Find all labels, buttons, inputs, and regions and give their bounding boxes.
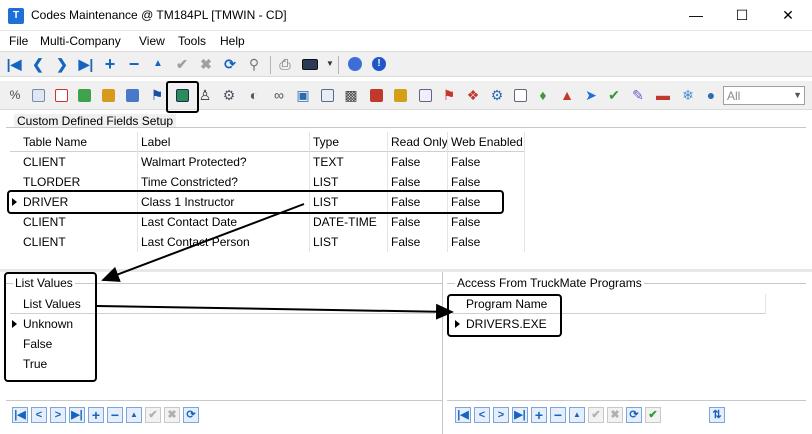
arrow-to-list-values: [101, 203, 305, 282]
apply-check-icon[interactable]: ✔: [645, 407, 661, 423]
post-edit-icon[interactable]: ✔: [145, 407, 161, 423]
post-edit-icon[interactable]: ✔: [588, 407, 604, 423]
next-record-icon[interactable]: >: [50, 407, 66, 423]
panel-border: [6, 400, 442, 401]
prior-record-icon[interactable]: <: [31, 407, 47, 423]
annotation-arrows: [96, 203, 454, 320]
last-record-icon[interactable]: ▶|: [512, 407, 528, 423]
refresh-icon[interactable]: ⟳: [626, 407, 642, 423]
prior-record-icon[interactable]: <: [474, 407, 490, 423]
delete-record-icon[interactable]: −: [550, 407, 566, 423]
edit-record-icon[interactable]: ▲: [126, 407, 142, 423]
first-record-icon[interactable]: |◀: [12, 407, 28, 423]
next-record-icon[interactable]: >: [493, 407, 509, 423]
panel-border: [447, 400, 806, 401]
last-record-icon[interactable]: ▶|: [69, 407, 85, 423]
insert-record-icon[interactable]: +: [531, 407, 547, 423]
arrow-to-programs: [96, 303, 454, 320]
edit-record-icon[interactable]: ▲: [569, 407, 585, 423]
cancel-edit-icon[interactable]: ✖: [164, 407, 180, 423]
sort-icon[interactable]: ⇅: [709, 407, 725, 423]
insert-record-icon[interactable]: +: [88, 407, 104, 423]
list-values-navigator: |◀ < > ▶| + − ▲ ✔ ✖ ⟳: [10, 404, 230, 428]
cancel-edit-icon[interactable]: ✖: [607, 407, 623, 423]
delete-record-icon[interactable]: −: [107, 407, 123, 423]
programs-navigator: |◀ < > ▶| + − ▲ ✔ ✖ ⟳ ✔ ⇅: [453, 404, 743, 428]
first-record-icon[interactable]: |◀: [455, 407, 471, 423]
refresh-icon[interactable]: ⟳: [183, 407, 199, 423]
